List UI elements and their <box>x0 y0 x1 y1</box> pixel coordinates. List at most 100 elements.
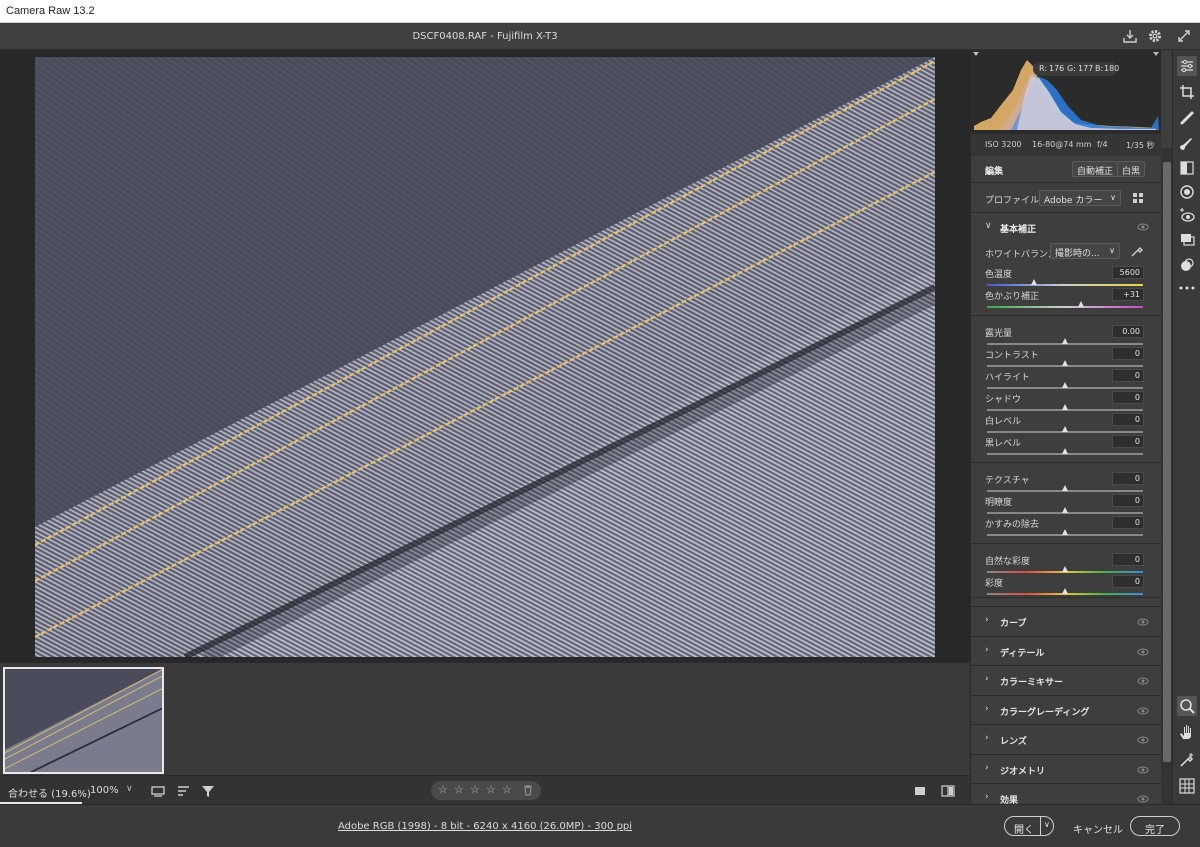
star-1-icon[interactable]: ☆ <box>438 783 448 796</box>
workflow-options-link[interactable]: Adobe RGB (1998) - 8 bit - 6240 x 4160 (… <box>0 821 970 832</box>
wb-select[interactable]: 撮影時の... ∨ <box>1050 243 1120 259</box>
slider-value-field[interactable]: +31 <box>1112 288 1144 301</box>
open-button[interactable]: 開く ∨ <box>1004 816 1054 836</box>
hand-tool-icon[interactable] <box>1177 722 1197 742</box>
slider-handle[interactable] <box>1062 360 1068 366</box>
slider-value-field[interactable]: 0 <box>1112 347 1144 360</box>
section-header[interactable]: › ジオメトリ <box>971 753 1161 783</box>
trash-icon[interactable] <box>523 785 533 796</box>
eye-icon[interactable] <box>1137 793 1149 804</box>
single-view-icon[interactable] <box>912 783 928 799</box>
slider-handle[interactable] <box>1062 507 1068 513</box>
slider-value-field[interactable]: 0 <box>1112 369 1144 382</box>
slider-value-field[interactable]: 0 <box>1112 391 1144 404</box>
basic-chevron-icon[interactable]: ∨ <box>985 221 992 231</box>
fit-zoom-button[interactable]: 合わせる (19.6%) <box>8 785 91 800</box>
eye-icon[interactable] <box>1137 705 1149 717</box>
slider-value-field[interactable]: 5600 <box>1112 266 1144 279</box>
profile-select[interactable]: Adobe カラー ∨ <box>1039 190 1121 206</box>
star-5-icon[interactable]: ☆ <box>502 783 512 796</box>
section-header[interactable]: › カラーグレーディング <box>971 694 1161 724</box>
slider-handle[interactable] <box>1062 588 1068 594</box>
snapshots-icon[interactable] <box>1177 230 1197 250</box>
brush-icon[interactable] <box>1177 134 1197 154</box>
g-value: 177 <box>1078 64 1094 73</box>
healing-icon[interactable] <box>1177 108 1197 128</box>
slider-value-field[interactable]: 0 <box>1112 435 1144 448</box>
auto-button[interactable]: 自動補正 <box>1072 161 1119 177</box>
filter-icon[interactable] <box>200 783 216 799</box>
basic-title[interactable]: 基本補正 <box>1000 222 1036 235</box>
radial-filter-icon[interactable] <box>1177 182 1197 202</box>
gradient-icon[interactable] <box>1177 158 1197 178</box>
star-2-icon[interactable]: ☆ <box>454 783 464 796</box>
more-icon[interactable] <box>1177 278 1197 298</box>
main-photo[interactable] <box>35 57 935 657</box>
slider-value-field[interactable]: 0 <box>1112 516 1144 529</box>
done-button[interactable]: 完了 <box>1130 816 1180 836</box>
slider-value-field[interactable]: 0.00 <box>1112 325 1144 338</box>
slider-handle[interactable] <box>1062 338 1068 344</box>
sampler-icon[interactable] <box>1177 750 1197 770</box>
slider-handle[interactable] <box>1062 404 1068 410</box>
sort-icon[interactable] <box>176 783 192 799</box>
slider-handle[interactable] <box>1077 301 1084 307</box>
crop-icon[interactable] <box>1177 82 1197 102</box>
before-after-icon[interactable] <box>940 783 956 799</box>
section-label: カラーミキサー <box>1000 678 1064 688</box>
slider-handle[interactable] <box>1062 529 1068 535</box>
zoom-tool-icon[interactable] <box>1177 696 1197 716</box>
eye-icon[interactable] <box>1137 675 1149 687</box>
section-header[interactable]: › ディテール <box>971 635 1161 665</box>
slider-value-field[interactable]: 0 <box>1112 575 1144 588</box>
zoom-level[interactable]: 100% <box>90 785 119 796</box>
chevron-right-icon: › <box>985 615 989 625</box>
slider-track[interactable] <box>987 306 1143 308</box>
slider-handle[interactable] <box>1062 382 1068 388</box>
cancel-button[interactable]: キャンセル <box>1073 821 1123 836</box>
profile-browser-icon[interactable] <box>1132 192 1144 204</box>
filmstrip-toggle-icon[interactable] <box>150 783 166 799</box>
eye-icon[interactable] <box>1137 222 1149 232</box>
file-title: DSCF0408.RAF - Fujifilm X-T3 <box>412 31 558 42</box>
slider-handle[interactable] <box>1062 448 1068 454</box>
panel-scrollbar[interactable] <box>1161 148 1172 804</box>
chevron-right-icon: › <box>985 674 989 684</box>
slider-handle[interactable] <box>1062 566 1068 572</box>
rating-stars[interactable]: ☆ ☆ ☆ ☆ ☆ <box>431 781 541 800</box>
gear-icon[interactable] <box>1147 28 1163 44</box>
edit-title: 編集 <box>985 167 1004 177</box>
chevron-down-icon[interactable]: ∨ <box>1044 820 1050 829</box>
star-3-icon[interactable]: ☆ <box>470 783 480 796</box>
slider-value-field[interactable]: 0 <box>1112 472 1144 485</box>
red-eye-icon[interactable] <box>1177 206 1197 226</box>
eyedropper-icon[interactable] <box>1130 244 1144 258</box>
star-4-icon[interactable]: ☆ <box>486 783 496 796</box>
slider-handle[interactable] <box>1062 485 1068 491</box>
grid-icon[interactable] <box>1177 776 1197 796</box>
window-title: Camera Raw 13.2 <box>6 5 95 17</box>
slider-value-field[interactable]: 0 <box>1112 494 1144 507</box>
slider-handle[interactable] <box>1030 279 1037 285</box>
image-canvas[interactable] <box>0 50 970 662</box>
zoom-dropdown-arrow[interactable]: ∨ <box>126 784 133 794</box>
slider-handle[interactable] <box>1062 426 1068 432</box>
eye-icon[interactable] <box>1137 764 1149 776</box>
save-icon[interactable] <box>1122 28 1138 44</box>
presets-icon[interactable] <box>1177 255 1197 275</box>
slider-track[interactable] <box>987 284 1143 286</box>
bw-button[interactable]: 白黒 <box>1117 161 1146 177</box>
eye-icon[interactable] <box>1137 646 1149 658</box>
edit-sliders-icon[interactable] <box>1177 56 1197 76</box>
eye-icon[interactable] <box>1137 616 1149 628</box>
section-header[interactable]: › カラーミキサー <box>971 665 1161 694</box>
slider-value-field[interactable]: 0 <box>1112 553 1144 566</box>
fullscreen-icon[interactable] <box>1176 28 1192 44</box>
section-header[interactable]: › レンズ <box>971 724 1161 753</box>
scrollbar-thumb[interactable] <box>1163 162 1171 762</box>
eye-icon[interactable] <box>1137 734 1149 746</box>
section-header[interactable]: › カーブ <box>971 606 1161 635</box>
filmstrip-thumbnail[interactable] <box>3 667 164 774</box>
section-header[interactable]: › 効果 <box>971 783 1161 804</box>
slider-value-field[interactable]: 0 <box>1112 413 1144 426</box>
